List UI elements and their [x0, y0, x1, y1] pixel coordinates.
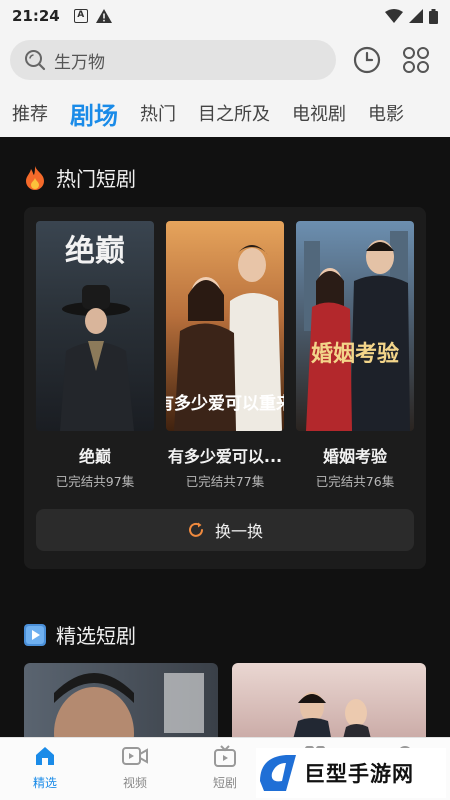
- featured-thumb[interactable]: [232, 663, 426, 737]
- a-icon: A: [73, 9, 88, 23]
- signal-icon: [409, 9, 423, 23]
- drama-status: 已完结共77集: [185, 474, 265, 489]
- history-button[interactable]: [352, 45, 382, 75]
- poster-art: 绝巅: [60, 234, 134, 431]
- watermark: 巨型手游网: [256, 748, 446, 798]
- tab-within-sight[interactable]: 目之所及: [198, 100, 270, 126]
- nav-label: 短剧: [212, 776, 237, 790]
- video-icon: [122, 747, 148, 765]
- poster-text: 绝巅: [65, 234, 125, 269]
- fire-icon: [26, 165, 44, 190]
- poster-marriage-test[interactable]: 婚姻考验: [296, 221, 414, 431]
- play-icon: [24, 623, 46, 646]
- thumb-art: [293, 692, 371, 737]
- drama-title[interactable]: 有多少爱可以...: [160, 443, 290, 467]
- refresh-button[interactable]: 换一换: [36, 509, 414, 551]
- status-icons-left: A: [73, 9, 112, 23]
- hot-section-header: 热门短剧: [24, 163, 136, 192]
- nav-label: 精选: [32, 776, 57, 790]
- refresh-icon: [189, 522, 203, 537]
- apps-button[interactable]: [401, 45, 431, 75]
- watermark-logo-icon: [260, 755, 296, 791]
- featured-section-header: 精选短剧: [24, 620, 136, 649]
- wifi-icon: [385, 9, 403, 23]
- battery-icon: [429, 8, 438, 24]
- status-icons-right: [385, 8, 438, 24]
- nav-video[interactable]: 视频: [105, 744, 165, 791]
- search-icon: [25, 50, 46, 71]
- search-input[interactable]: 生万物: [10, 40, 336, 80]
- search-placeholder: 生万物: [54, 52, 105, 73]
- tab-tv-series[interactable]: 电视剧: [292, 100, 346, 126]
- featured-thumb[interactable]: [24, 663, 218, 737]
- home-icon: [36, 747, 54, 765]
- tab-recommend[interactable]: 推荐: [12, 100, 48, 126]
- poster-how-much-love[interactable]: 有多少爱可以重来: [166, 221, 284, 431]
- poster-text: 有多少爱可以重来: [166, 393, 284, 414]
- hot-section-title: 热门短剧: [56, 167, 136, 191]
- nav-label: 视频: [122, 776, 147, 790]
- featured-section-title: 精选短剧: [56, 624, 136, 648]
- category-tabs: 推荐 剧场 热门 目之所及 电视剧 电影: [0, 90, 450, 136]
- thumb-art: [54, 673, 204, 737]
- clock-icon: [353, 46, 381, 74]
- warning-icon: [95, 9, 112, 23]
- hot-dramas-card: 绝巅 有多少爱可以重来: [24, 207, 426, 569]
- drama-title[interactable]: 婚姻考验: [290, 443, 420, 467]
- poster-art: 有多少爱可以重来: [166, 245, 284, 431]
- poster-juedian[interactable]: 绝巅: [36, 221, 154, 431]
- tv-icon: [214, 745, 236, 767]
- grid-icon: [403, 47, 429, 73]
- drama-status: 已完结共97集: [55, 474, 135, 489]
- drama-title[interactable]: 绝巅: [30, 443, 160, 467]
- watermark-text: 巨型手游网: [304, 762, 414, 786]
- poster-art: 婚姻考验: [304, 231, 410, 431]
- tab-hot[interactable]: 热门: [140, 100, 176, 126]
- drama-status: 已完结共76集: [315, 474, 395, 489]
- status-bar: 21:24 A: [0, 0, 450, 32]
- tab-movie[interactable]: 电影: [368, 100, 404, 126]
- nav-featured[interactable]: 精选: [15, 744, 75, 791]
- tab-theater[interactable]: 剧场: [70, 96, 118, 131]
- theater-content: 热门短剧 绝巅 有多少爱可以重来: [0, 137, 450, 737]
- status-time: 21:24: [12, 7, 60, 25]
- search-row: 生万物: [10, 38, 440, 82]
- refresh-label: 换一换: [214, 522, 263, 541]
- poster-text: 婚姻考验: [311, 341, 399, 367]
- nav-short-drama[interactable]: 短剧: [195, 744, 255, 791]
